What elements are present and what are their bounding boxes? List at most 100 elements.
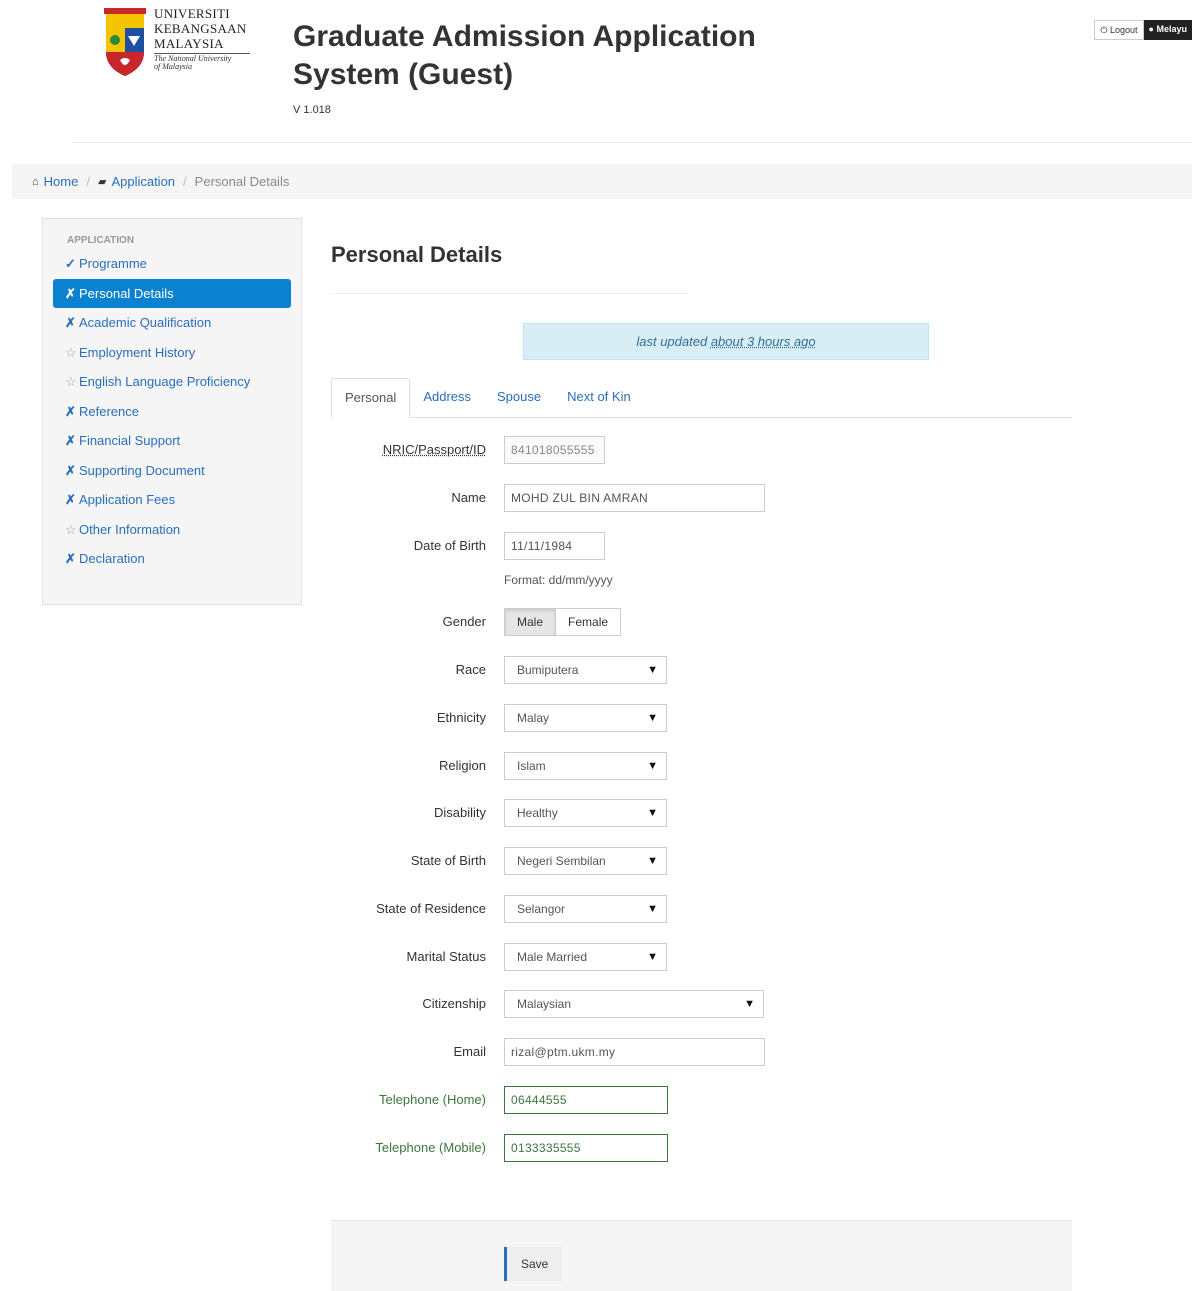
citizenship-value: Malaysian	[517, 997, 572, 1011]
header-divider	[72, 142, 1192, 143]
name-label: Name	[451, 490, 486, 505]
sidebar-item-english-proficiency[interactable]: ☆ English Language Proficiency	[53, 367, 291, 397]
sidebar-item-label: Programme	[79, 256, 147, 271]
save-button[interactable]: Save	[504, 1247, 563, 1281]
breadcrumb: ⌂ Home / ▰ Application / Personal Detail…	[12, 164, 1192, 199]
form-row-marital-status: Marital Status Male Married ▼	[331, 943, 1072, 973]
logo-line: KEBANGSAAN	[154, 21, 247, 36]
cross-icon: ✗	[65, 551, 76, 566]
tabs: Personal Address Spouse Next of Kin	[331, 378, 1072, 418]
top-buttons: ⏻ Logout ● Melayu	[1094, 20, 1192, 40]
form-row-citizenship: Citizenship Malaysian ▼	[331, 990, 1072, 1020]
sidebar-item-supporting-document[interactable]: ✗ Supporting Document	[53, 456, 291, 486]
tab-spouse[interactable]: Spouse	[484, 378, 554, 417]
sidebar-item-label: Application Fees	[79, 492, 176, 507]
breadcrumb-home[interactable]: Home	[44, 174, 79, 189]
telephone-home-field[interactable]: 06444555	[504, 1086, 668, 1114]
sidebar-item-label: Declaration	[79, 551, 145, 566]
gender-male-button[interactable]: Male	[504, 608, 557, 636]
religion-select[interactable]: Islam ▼	[504, 752, 667, 780]
sidebar-item-academic-qualification[interactable]: ✗ Academic Qualification	[53, 308, 291, 338]
sidebar-header: APPLICATION	[67, 235, 135, 246]
email-label: Email	[453, 1044, 486, 1059]
marital-status-select[interactable]: Male Married ▼	[504, 943, 667, 971]
breadcrumb-separator: /	[183, 174, 187, 189]
sidebar-item-declaration[interactable]: ✗ Declaration	[53, 544, 291, 574]
logo-tagline: of Malaysia	[154, 62, 192, 71]
logout-button[interactable]: ⏻ Logout	[1094, 20, 1144, 40]
email-field[interactable]: rizal@ptm.ukm.my	[504, 1038, 765, 1066]
citizenship-label: Citizenship	[422, 996, 486, 1011]
app-version: V 1.018	[293, 104, 331, 116]
sidebar: APPLICATION ✓ Programme ✗ Personal Details…	[42, 218, 302, 605]
breadcrumb-separator: /	[86, 174, 90, 189]
power-icon: ⏻	[1100, 25, 1108, 35]
dob-label: Date of Birth	[413, 538, 486, 553]
sidebar-item-other-information[interactable]: ☆ Other Information	[53, 515, 291, 545]
sidebar-item-employment-history[interactable]: ☆ Employment History	[53, 338, 291, 368]
dropdown-arrow-icon: ▼	[647, 760, 658, 772]
telephone-home-label: Telephone (Home)	[379, 1092, 486, 1107]
dropdown-arrow-icon: ▼	[647, 664, 658, 676]
gender-toggle: Male Female	[504, 608, 622, 636]
disability-select[interactable]: Healthy ▼	[504, 799, 667, 827]
sidebar-item-programme[interactable]: ✓ Programme	[53, 249, 291, 279]
breadcrumb-application[interactable]: Application	[111, 174, 175, 189]
telephone-mobile-field[interactable]: 0133335555	[504, 1134, 668, 1162]
dropdown-arrow-icon: ▼	[647, 903, 658, 915]
nric-field[interactable]: 841018055555	[504, 436, 605, 464]
dropdown-arrow-icon: ▼	[647, 951, 658, 963]
alert-time: about 3 hours ago	[710, 334, 816, 349]
crest-icon	[104, 8, 146, 76]
form-row-nric: NRIC/Passport/ID 841018055555	[331, 436, 1072, 466]
sidebar-item-financial-support[interactable]: ✗ Financial Support	[53, 426, 291, 456]
tab-next-of-kin[interactable]: Next of Kin	[554, 378, 644, 417]
ethnicity-select[interactable]: Malay ▼	[504, 704, 667, 732]
dropdown-arrow-icon: ▼	[647, 855, 658, 867]
form-row-telephone-home: Telephone (Home) 06444555	[331, 1086, 1072, 1116]
disability-label: Disability	[433, 805, 486, 820]
tab-address[interactable]: Address	[410, 378, 484, 417]
form-row-ethnicity: Ethnicity Malay ▼	[331, 704, 1072, 734]
state-of-residence-select[interactable]: Selangor ▼	[504, 895, 667, 923]
sidebar-item-label: Academic Qualification	[79, 315, 212, 330]
dropdown-arrow-icon: ▼	[744, 998, 755, 1010]
alert-prefix: last updated	[636, 334, 711, 349]
cross-icon: ✗	[65, 433, 76, 448]
state-of-birth-value: Negeri Sembilan	[517, 854, 606, 868]
sidebar-item-label: English Language Proficiency	[79, 374, 251, 389]
form-row-religion: Religion Islam ▼	[331, 752, 1072, 782]
dropdown-arrow-icon: ▼	[647, 807, 658, 819]
marital-status-label: Marital Status	[406, 949, 486, 964]
cross-icon: ✗	[65, 403, 76, 419]
cross-icon: ✗	[65, 315, 76, 330]
race-select[interactable]: Bumiputera ▼	[504, 656, 667, 684]
dob-field[interactable]: 11/11/1984	[504, 532, 605, 560]
language-label: Melayu	[1156, 24, 1187, 34]
disability-value: Healthy	[517, 806, 558, 820]
folder-icon: ▰	[97, 176, 107, 188]
logout-label: Logout	[1110, 25, 1138, 35]
sidebar-item-label: Personal Details	[79, 285, 174, 301]
tab-personal[interactable]: Personal	[331, 378, 411, 418]
telephone-mobile-label: Telephone (Mobile)	[375, 1140, 486, 1155]
globe-icon: ●	[1148, 24, 1154, 34]
sidebar-item-label: Other Information	[79, 521, 181, 537]
citizenship-select[interactable]: Malaysian ▼	[504, 990, 764, 1018]
language-button[interactable]: ● Melayu	[1143, 20, 1192, 40]
state-of-birth-select[interactable]: Negeri Sembilan ▼	[504, 847, 667, 875]
gender-label: Gender	[442, 614, 486, 629]
sidebar-item-reference[interactable]: ✗ Reference	[53, 397, 291, 427]
form-row-telephone-mobile: Telephone (Mobile) 0133335555	[331, 1134, 1072, 1164]
university-logo: UNIVERSITI KEBANGSAAN MALAYSIA The Natio…	[100, 6, 255, 80]
star-icon: ☆	[65, 521, 77, 537]
state-of-residence-value: Selangor	[517, 902, 566, 916]
sidebar-item-personal-details[interactable]: ✗ Personal Details	[53, 278, 291, 308]
name-field[interactable]: MOHD ZUL BIN AMRAN	[504, 484, 765, 512]
sidebar-item-label: Reference	[79, 403, 139, 419]
gender-female-button[interactable]: Female	[556, 608, 622, 636]
state-of-birth-label: State of Birth	[410, 853, 486, 868]
religion-label: Religion	[439, 758, 486, 773]
sidebar-item-application-fees[interactable]: ✗ Application Fees	[53, 485, 291, 515]
star-icon: ☆	[65, 344, 77, 360]
